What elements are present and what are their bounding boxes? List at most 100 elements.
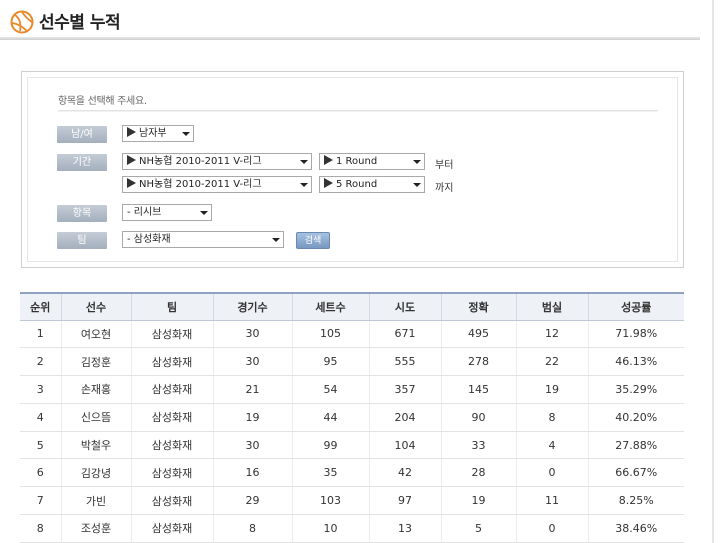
cell-team: 삼성화재 <box>130 486 213 516</box>
gender-select-value: 남자부 <box>139 128 167 139</box>
col-header-rank[interactable]: 순위 <box>20 292 61 321</box>
page-title: 선수별 누적 <box>39 13 121 33</box>
cell-success-rate: 38.46% <box>587 514 684 543</box>
table-row: 7 가빈 삼성화재 29 103 97 19 11 8.25% <box>20 486 684 516</box>
cell-sets: 44 <box>291 403 369 432</box>
cell-attempts: 97 <box>368 486 441 516</box>
cell-errors: 22 <box>515 347 588 377</box>
cell-team: 삼성화재 <box>130 320 213 349</box>
page-header: 선수별 누적 <box>0 0 700 42</box>
period-start-round-select[interactable]: 1 Round <box>319 153 425 170</box>
item-label: 항목 <box>57 205 107 222</box>
team-label: 팀 <box>57 232 107 249</box>
gender-select[interactable]: 남자부 <box>122 125 194 142</box>
item-select[interactable]: - 리시브 <box>122 204 212 221</box>
col-header-attempts[interactable]: 시도 <box>368 292 441 321</box>
team-select[interactable]: - 삼성화재 <box>122 231 284 248</box>
cell-success-rate: 46.13% <box>587 347 684 377</box>
cell-sets: 105 <box>291 320 369 349</box>
cell-team: 삼성화재 <box>130 347 213 377</box>
cell-errors: 8 <box>515 403 588 432</box>
table-header-row: 순위 선수 팀 경기수 세트수 시도 정확 범실 성공률 <box>20 292 684 321</box>
cell-errors: 12 <box>515 320 588 349</box>
cell-success-rate: 40.20% <box>587 403 684 432</box>
cell-excellent: 90 <box>440 403 516 432</box>
chevron-down-icon <box>200 211 208 215</box>
cell-games: 30 <box>212 431 292 460</box>
cell-excellent: 19 <box>440 486 516 516</box>
period-label: 기간 <box>57 154 107 171</box>
cell-sets: 99 <box>291 431 369 460</box>
chevron-down-icon <box>300 160 308 164</box>
search-divider <box>58 110 658 112</box>
period-start-round-value: 1 Round <box>336 156 378 167</box>
search-panel: 항목을 선택해 주세요. 남/여 남자부 기간 NH농협 2010-2011 V… <box>21 71 684 268</box>
cell-rank: 2 <box>20 347 61 377</box>
cell-team: 삼성화재 <box>130 458 213 488</box>
cell-games: 19 <box>212 403 292 432</box>
period-start-season-select[interactable]: NH농협 2010-2011 V-리그 <box>122 153 312 170</box>
cell-player[interactable]: 신으뜸 <box>60 403 131 432</box>
cell-excellent: 5 <box>440 514 516 543</box>
period-end-season-select[interactable]: NH농협 2010-2011 V-리그 <box>122 176 312 193</box>
cell-player[interactable]: 가빈 <box>60 486 131 516</box>
cell-errors: 4 <box>515 431 588 460</box>
col-header-player[interactable]: 선수 <box>60 292 131 321</box>
cell-errors: 0 <box>515 514 588 543</box>
cell-rank: 8 <box>20 514 61 543</box>
cell-attempts: 13 <box>368 514 441 543</box>
cell-success-rate: 66.67% <box>587 458 684 488</box>
cell-errors: 19 <box>515 375 588 404</box>
cell-games: 30 <box>212 347 292 377</box>
cell-sets: 95 <box>291 347 369 377</box>
cell-rank: 1 <box>20 320 61 349</box>
table-row: 4 신으뜸 삼성화재 19 44 204 90 8 40.20% <box>20 403 684 432</box>
header-divider <box>0 37 700 40</box>
cell-success-rate: 71.98% <box>587 320 684 349</box>
cell-excellent: 278 <box>440 347 516 377</box>
period-end-round-select[interactable]: 5 Round <box>319 176 425 193</box>
table-row: 2 김정훈 삼성화재 30 95 555 278 22 46.13% <box>20 347 684 377</box>
from-text: 부터 <box>435 160 454 171</box>
cell-errors: 0 <box>515 458 588 488</box>
col-header-success-rate[interactable]: 성공률 <box>587 292 684 321</box>
cell-games: 8 <box>212 514 292 543</box>
item-select-value: - 리시브 <box>127 207 162 218</box>
cell-sets: 103 <box>291 486 369 516</box>
search-button[interactable]: 검색 <box>296 232 330 249</box>
col-header-team[interactable]: 팀 <box>130 292 213 321</box>
cell-attempts: 104 <box>368 431 441 460</box>
cell-team: 삼성화재 <box>130 514 213 543</box>
table-row: 1 여오현 삼성화재 30 105 671 495 12 71.98% <box>20 320 684 349</box>
col-header-excellent[interactable]: 정확 <box>440 292 516 321</box>
chevron-down-icon <box>300 183 308 187</box>
chevron-down-icon <box>272 238 280 242</box>
cell-success-rate: 35.29% <box>587 375 684 404</box>
cell-player[interactable]: 김강녕 <box>60 458 131 488</box>
table-row: 8 조성훈 삼성화재 8 10 13 5 0 38.46% <box>20 514 684 543</box>
volleyball-logo-icon <box>10 10 34 34</box>
results-table: 순위 선수 팀 경기수 세트수 시도 정확 범실 성공률 1 여오현 삼성화재 30 1… <box>20 292 684 543</box>
col-header-games[interactable]: 경기수 <box>212 292 292 321</box>
cell-sets: 10 <box>291 514 369 543</box>
to-text: 까지 <box>435 183 454 194</box>
team-select-value: - 삼성화재 <box>127 234 171 245</box>
cell-success-rate: 27.88% <box>587 431 684 460</box>
play-triangle-icon <box>324 178 333 188</box>
period-end-season-value: NH농협 2010-2011 V-리그 <box>139 179 262 190</box>
cell-player[interactable]: 김정훈 <box>60 347 131 377</box>
cell-player[interactable]: 여오현 <box>60 320 131 349</box>
cell-attempts: 42 <box>368 458 441 488</box>
cell-player[interactable]: 손재홍 <box>60 375 131 404</box>
cell-player[interactable]: 박철우 <box>60 431 131 460</box>
cell-rank: 4 <box>20 403 61 432</box>
col-header-sets[interactable]: 세트수 <box>291 292 369 321</box>
table-row: 3 손재홍 삼성화재 21 54 357 145 19 35.29% <box>20 375 684 404</box>
play-triangle-icon <box>127 155 136 165</box>
col-header-errors[interactable]: 범실 <box>515 292 588 321</box>
cell-games: 21 <box>212 375 292 404</box>
cell-errors: 11 <box>515 486 588 516</box>
cell-excellent: 495 <box>440 320 516 349</box>
period-start-season-value: NH농협 2010-2011 V-리그 <box>139 156 262 167</box>
cell-player[interactable]: 조성훈 <box>60 514 131 543</box>
